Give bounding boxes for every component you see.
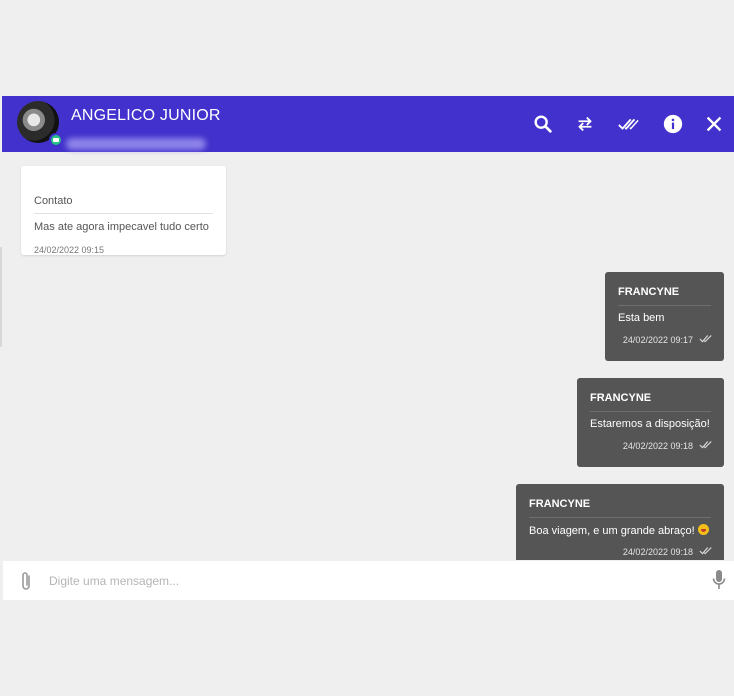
message-timestamp: 24/02/2022 09:17 (622, 335, 693, 345)
double-check-icon[interactable] (617, 113, 639, 135)
message-author: FRANCYNE (529, 498, 591, 510)
search-icon[interactable] (532, 113, 554, 135)
message-timestamp: 24/02/2022 09:15 (34, 245, 105, 255)
message-divider (34, 213, 213, 214)
paperclip-icon[interactable] (19, 570, 33, 592)
outgoing-message: FRANCYNE Esta bem 24/02/2022 09:17 (605, 272, 724, 361)
message-author: FRANCYNE (618, 286, 680, 298)
outgoing-message: FRANCYNE Boa viagem, e um grande abraço!… (516, 484, 724, 560)
message-text: Boa viagem, e um grande abraço! (529, 524, 709, 537)
message-divider (590, 411, 711, 412)
message-text: Esta bem (618, 312, 665, 324)
message-author: FRANCYNE (590, 392, 652, 404)
message-composer (3, 561, 734, 600)
message-timestamp: 24/02/2022 09:18 (622, 441, 693, 451)
message-timestamp: 24/02/2022 09:18 (622, 547, 693, 557)
message-text-content: Boa viagem, e um grande abraço! (529, 525, 695, 537)
message-divider (618, 305, 711, 306)
message-author: Contato (34, 195, 73, 207)
message-text: Mas ate agora impecavel tudo certo (34, 221, 209, 233)
incoming-message: Contato Mas ate agora impecavel tudo cer… (21, 166, 226, 255)
message-text: Estaremos a disposição! (590, 418, 710, 430)
message-list[interactable]: Contato Mas ate agora impecavel tudo cer… (0, 152, 734, 560)
smiling-face-emoji-icon (697, 524, 709, 535)
contact-name[interactable]: ANGELICO JUNIOR (71, 107, 221, 125)
chat-header: ANGELICO JUNIOR (2, 96, 734, 152)
contact-subtitle-blurred (66, 138, 206, 150)
transfer-icon[interactable] (574, 113, 596, 135)
microphone-icon[interactable] (711, 569, 727, 591)
message-divider (529, 517, 711, 518)
outgoing-message: FRANCYNE Estaremos a disposição! 24/02/2… (577, 378, 724, 467)
read-double-check-icon (699, 547, 712, 555)
info-icon[interactable] (662, 113, 684, 135)
read-double-check-icon (699, 335, 712, 343)
read-double-check-icon (699, 441, 712, 449)
message-input[interactable] (47, 570, 671, 592)
channel-badge-icon (49, 133, 63, 147)
scroll-edge (0, 247, 2, 347)
close-icon[interactable] (703, 113, 725, 135)
